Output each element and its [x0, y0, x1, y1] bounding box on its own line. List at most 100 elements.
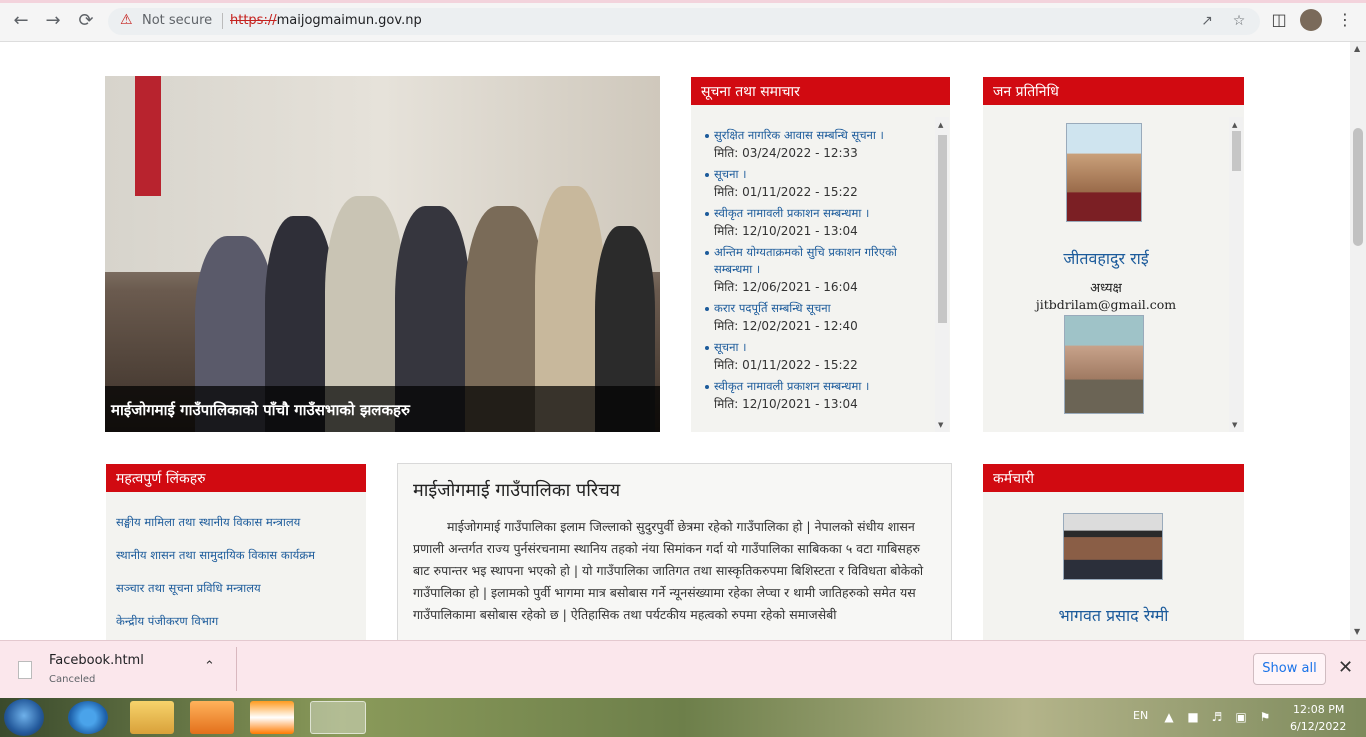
- omnibox-divider: [222, 13, 223, 29]
- download-bar: Facebook.html Canceled ⌃ Show all ✕: [0, 640, 1366, 698]
- representative-email: jitbdrilam@gmail.com: [1035, 297, 1177, 312]
- flag-shape: [135, 76, 161, 196]
- staff-photo: [1063, 513, 1163, 580]
- close-icon[interactable]: ✕: [1338, 657, 1353, 678]
- news-title[interactable]: स्वीकृत नामावली प्रकाशन सम्बन्धमा ।: [714, 378, 931, 395]
- share-icon[interactable]: ↗: [1198, 12, 1216, 30]
- menu-icon[interactable]: ⋮: [1334, 9, 1356, 31]
- scroll-down-icon[interactable]: ▼: [938, 421, 943, 429]
- show-all-button[interactable]: Show all: [1253, 653, 1326, 685]
- tab-strip-accent: [0, 0, 1366, 3]
- image-slider[interactable]: माईजोगमाई गाउँपालिकाको पाँचौ गाउँसभाको झ…: [105, 76, 660, 432]
- internet-explorer-icon[interactable]: [68, 701, 108, 734]
- representative-photo: [1066, 123, 1142, 222]
- news-title[interactable]: सूचना ।: [714, 339, 931, 356]
- chevron-up-icon[interactable]: ⌃: [204, 659, 215, 674]
- network-icon[interactable]: ▣: [1234, 710, 1248, 724]
- important-link[interactable]: केन्द्रीय पंजीकरण विभाग: [116, 613, 366, 629]
- representatives-heading: जन प्रतिनिधि: [983, 77, 1244, 105]
- start-button[interactable]: [4, 699, 44, 736]
- clock-time[interactable]: 12:08 PM: [1293, 703, 1344, 716]
- links-heading: महत्वपुर्ण लिंकहरु: [106, 464, 366, 492]
- staff-name[interactable]: भागवत प्रसाद रेग्मी: [983, 604, 1244, 626]
- intro-heading: माईजोगमाई गाउँपालिका परिचय: [413, 480, 621, 501]
- warning-icon[interactable]: ⚠: [120, 12, 136, 28]
- chrome-taskbar-button[interactable]: [310, 701, 366, 734]
- scroll-up-icon[interactable]: ▲: [938, 121, 943, 129]
- browser-toolbar: ← → ⟳ ⚠ Not secure https://maijogmaimun.…: [0, 0, 1366, 42]
- representative-name[interactable]: जीतवहादुर राई: [983, 247, 1229, 269]
- star-icon[interactable]: ☆: [1230, 12, 1248, 30]
- news-date: मिति: 03/24/2022 - 12:33: [714, 146, 858, 160]
- news-heading: सूचना तथा समाचार: [691, 77, 950, 105]
- sidepanel-icon[interactable]: ◫: [1268, 9, 1290, 31]
- news-date: मिति: 12/06/2021 - 16:04: [714, 280, 858, 294]
- forward-icon[interactable]: →: [41, 9, 65, 33]
- representative-role: अध्यक्ष: [1090, 281, 1122, 296]
- news-item[interactable]: सुरक्षित नागरिक आवास सम्बन्धि सूचना । मित…: [705, 127, 931, 162]
- action-center-icon[interactable]: ⚑: [1258, 710, 1272, 724]
- file-explorer-icon[interactable]: [130, 701, 174, 734]
- links-list: सङ्घीय मामिला तथा स्थानीय विकास मन्त्राल…: [116, 514, 366, 640]
- news-item[interactable]: अन्तिम योग्यताक्रमको सुचि प्रकाशन गरिएको…: [705, 244, 931, 296]
- news-date: मिति: 12/02/2021 - 12:40: [714, 319, 858, 333]
- news-date: मिति: 12/10/2021 - 13:04: [714, 397, 858, 411]
- news-title[interactable]: अन्तिम योग्यताक्रमको सुचि प्रकाशन गरिएको…: [714, 244, 931, 278]
- news-date: मिति: 01/11/2022 - 15:22: [714, 185, 858, 199]
- intro-section: माईजोगमाई गाउँपालिका परिचय माईजोगमाई गाउ…: [397, 463, 952, 640]
- news-title[interactable]: करार पदपूर्ति सम्बन्धि सूचना: [714, 300, 931, 317]
- url-text[interactable]: https://maijogmaimun.gov.np: [230, 13, 422, 28]
- representatives-scroll-thumb[interactable]: [1232, 131, 1241, 171]
- language-indicator[interactable]: EN: [1133, 709, 1148, 722]
- staff-heading: कर्मचारी: [983, 464, 1244, 492]
- download-filename[interactable]: Facebook.html: [49, 653, 144, 668]
- scroll-down-icon[interactable]: ▼: [1354, 627, 1360, 636]
- news-list: सुरक्षित नागरिक आवास सम्बन्धि सूचना । मित…: [691, 127, 931, 417]
- important-link[interactable]: सङ्घीय मामिला तथा स्थानीय विकास मन्त्राल…: [116, 514, 366, 530]
- news-panel: सुरक्षित नागरिक आवास सम्बन्धि सूचना । मित…: [691, 105, 950, 432]
- url-scheme: https://: [230, 13, 277, 28]
- download-divider: [236, 647, 237, 691]
- news-title[interactable]: सुरक्षित नागरिक आवास सम्बन्धि सूचना ।: [714, 127, 931, 144]
- news-date: मिति: 01/11/2022 - 15:22: [714, 358, 858, 372]
- news-item[interactable]: स्वीकृत नामावली प्रकाशन सम्बन्धमा । मिति:…: [705, 378, 931, 413]
- links-panel: सङ्घीय मामिला तथा स्थानीय विकास मन्त्राल…: [106, 492, 366, 640]
- page-scrollbar[interactable]: ▲ ▼: [1350, 42, 1366, 640]
- volume-icon[interactable]: ♬: [1210, 710, 1224, 724]
- slider-caption-bar: माईजोगमाई गाउँपालिकाको पाँचौ गाउँसभाको झ…: [105, 386, 660, 432]
- news-item[interactable]: स्वीकृत नामावली प्रकाशन सम्बन्धमा । मिति:…: [705, 205, 931, 240]
- news-date: मिति: 12/10/2021 - 13:04: [714, 224, 858, 238]
- vlc-icon[interactable]: [250, 701, 294, 734]
- taskbar: EN ▲ ■ ♬ ▣ ⚑ 12:08 PM 6/12/2022: [0, 698, 1366, 737]
- news-scroll-thumb[interactable]: [938, 135, 947, 323]
- address-bar[interactable]: ⚠ Not secure https://maijogmaimun.gov.np…: [108, 8, 1260, 35]
- avatar[interactable]: [1300, 9, 1322, 31]
- reload-icon[interactable]: ⟳: [74, 9, 98, 33]
- representative-photo: [1064, 315, 1144, 414]
- intro-body: माईजोगमाई गाउँपालिका इलाम जिल्लाको सुदुर…: [413, 519, 924, 622]
- media-player-icon[interactable]: [190, 701, 234, 734]
- news-title[interactable]: स्वीकृत नामावली प्रकाशन सम्बन्धमा ।: [714, 205, 931, 222]
- representatives-scrollbar[interactable]: ▲ ▼: [1229, 117, 1243, 432]
- important-link[interactable]: सञ्चार तथा सूचना प्रविधि मन्त्रालय: [116, 580, 366, 596]
- news-item[interactable]: करार पदपूर्ति सम्बन्धि सूचना मिति: 12/02/…: [705, 300, 931, 335]
- url-host: maijogmaimun.gov.np: [276, 13, 422, 28]
- tray-expand-icon[interactable]: ▲: [1162, 710, 1176, 724]
- security-label[interactable]: Not secure: [142, 13, 212, 28]
- important-link[interactable]: स्थानीय शासन तथा सामुदायिक विकास कार्यक्…: [116, 547, 366, 563]
- clock-date[interactable]: 6/12/2022: [1290, 720, 1346, 733]
- news-item[interactable]: सूचना । मिति: 01/11/2022 - 15:22: [705, 339, 931, 374]
- scroll-up-icon[interactable]: ▲: [1354, 44, 1360, 53]
- back-icon[interactable]: ←: [9, 9, 33, 33]
- file-icon: [18, 661, 32, 679]
- tray-app-icon[interactable]: ■: [1186, 710, 1200, 724]
- scroll-up-icon[interactable]: ▲: [1232, 121, 1237, 129]
- slider-caption: माईजोगमाई गाउँपालिकाको पाँचौ गाउँसभाको झ…: [111, 401, 410, 419]
- page-scroll-thumb[interactable]: [1353, 128, 1363, 246]
- news-scrollbar[interactable]: ▲ ▼: [935, 117, 949, 432]
- representatives-panel: जीतवहादुर राई अध्यक्ष jitbdrilam@gmail.c…: [983, 105, 1244, 432]
- news-item[interactable]: सूचना । मिति: 01/11/2022 - 15:22: [705, 166, 931, 201]
- scroll-down-icon[interactable]: ▼: [1232, 421, 1237, 429]
- news-title[interactable]: सूचना ।: [714, 166, 931, 183]
- page-content: माईजोगमाई गाउँपालिकाको पाँचौ गाउँसभाको झ…: [0, 42, 1350, 640]
